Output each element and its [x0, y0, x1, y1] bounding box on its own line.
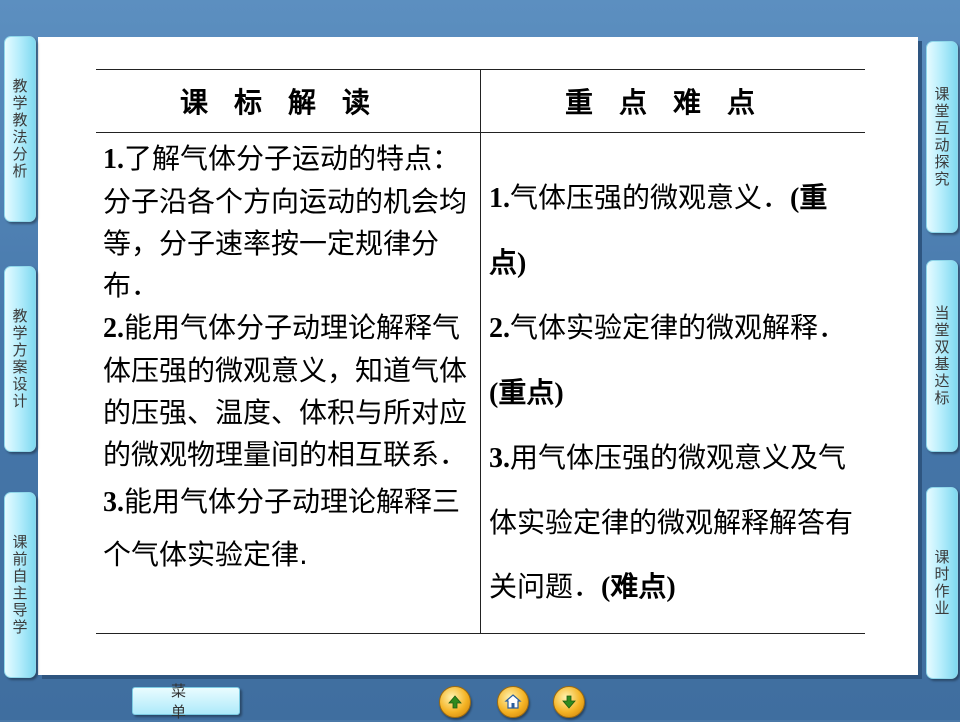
tab-teaching-method-analysis[interactable]: 教学教法分析	[4, 36, 36, 222]
tab-label: 课时作业	[932, 549, 951, 617]
tab-pre-class-self-study[interactable]: 课前自主导学	[4, 492, 36, 678]
key-points-list: 1.气体压强的微观意义．(重点) 2.气体实验定律的微观解释． (重点) 3.用气…	[489, 166, 859, 620]
header-key-points: 重点难点	[564, 86, 781, 119]
tab-homework[interactable]: 课时作业	[926, 487, 958, 679]
item-tag: (难点)	[601, 572, 676, 603]
tab-label: 课前自主导学	[10, 534, 29, 636]
tab-in-class-basic-check[interactable]: 当堂双基达标	[926, 260, 958, 452]
tab-classroom-interaction[interactable]: 课堂互动探究	[926, 41, 958, 233]
list-item: 3.能用气体分子动理论解释三个气体实验定律.	[103, 476, 473, 581]
list-item: 1.气体压强的微观意义．(重点)	[489, 166, 859, 296]
tab-label: 教学方案设计	[10, 308, 29, 410]
item-text: 能用气体分子动理论解释三个气体实验定律.	[103, 485, 461, 571]
next-button[interactable]	[553, 686, 585, 718]
list-item: 2.能用气体分子动理论解释气体压强的微观意义，知道气体的压强、温度、体积与所对应…	[103, 307, 473, 476]
item-tag: (重点)	[489, 378, 564, 409]
previous-button[interactable]	[439, 686, 471, 718]
item-text: 气体实验定律的微观解释．	[510, 311, 847, 344]
tab-label: 当堂双基达标	[932, 305, 951, 407]
column-divider	[480, 70, 481, 633]
item-number: 2.	[103, 313, 124, 344]
item-text: 能用气体分子动理论解释气体压强的微观意义，知道气体的压强、温度、体积与所对应的微…	[103, 311, 468, 471]
header-curriculum-interpretation: 课标解读	[179, 86, 396, 119]
curriculum-list: 1.了解气体分子运动的特点：分子沿各个方向运动的机会均等，分子速率按一定规律分布…	[103, 138, 473, 581]
item-number: 1.	[489, 183, 510, 214]
item-text: 了解气体分子运动的特点：分子沿各个方向运动的机会均等，分子速率按一定规律分布．	[103, 142, 468, 302]
item-number: 1.	[103, 144, 124, 175]
tab-teaching-plan-design[interactable]: 教学方案设计	[4, 266, 36, 452]
list-item: 3.用气体压强的微观意义及气体实验定律的微观解释解答有关问题．(难点)	[489, 426, 859, 620]
home-button[interactable]	[497, 686, 529, 718]
item-number: 3.	[103, 487, 124, 518]
tab-label: 教学教法分析	[10, 78, 29, 180]
item-text: 气体压强的微观意义．	[510, 181, 791, 214]
arrow-down-icon	[562, 695, 576, 709]
list-item: 2.气体实验定律的微观解释． (重点)	[489, 296, 859, 426]
arrow-up-icon	[448, 695, 462, 709]
header-divider	[96, 132, 865, 133]
item-number: 3.	[489, 443, 510, 474]
menu-button[interactable]: 菜单	[132, 682, 240, 721]
content-table: 课标解读 重点难点 1.了解气体分子运动的特点：分子沿各个方向运动的机会均等，分…	[96, 69, 865, 634]
home-icon	[504, 694, 522, 709]
list-item: 1.了解气体分子运动的特点：分子沿各个方向运动的机会均等，分子速率按一定规律分布…	[103, 138, 473, 307]
item-number: 2.	[489, 313, 510, 344]
tab-label: 课堂互动探究	[932, 86, 951, 188]
